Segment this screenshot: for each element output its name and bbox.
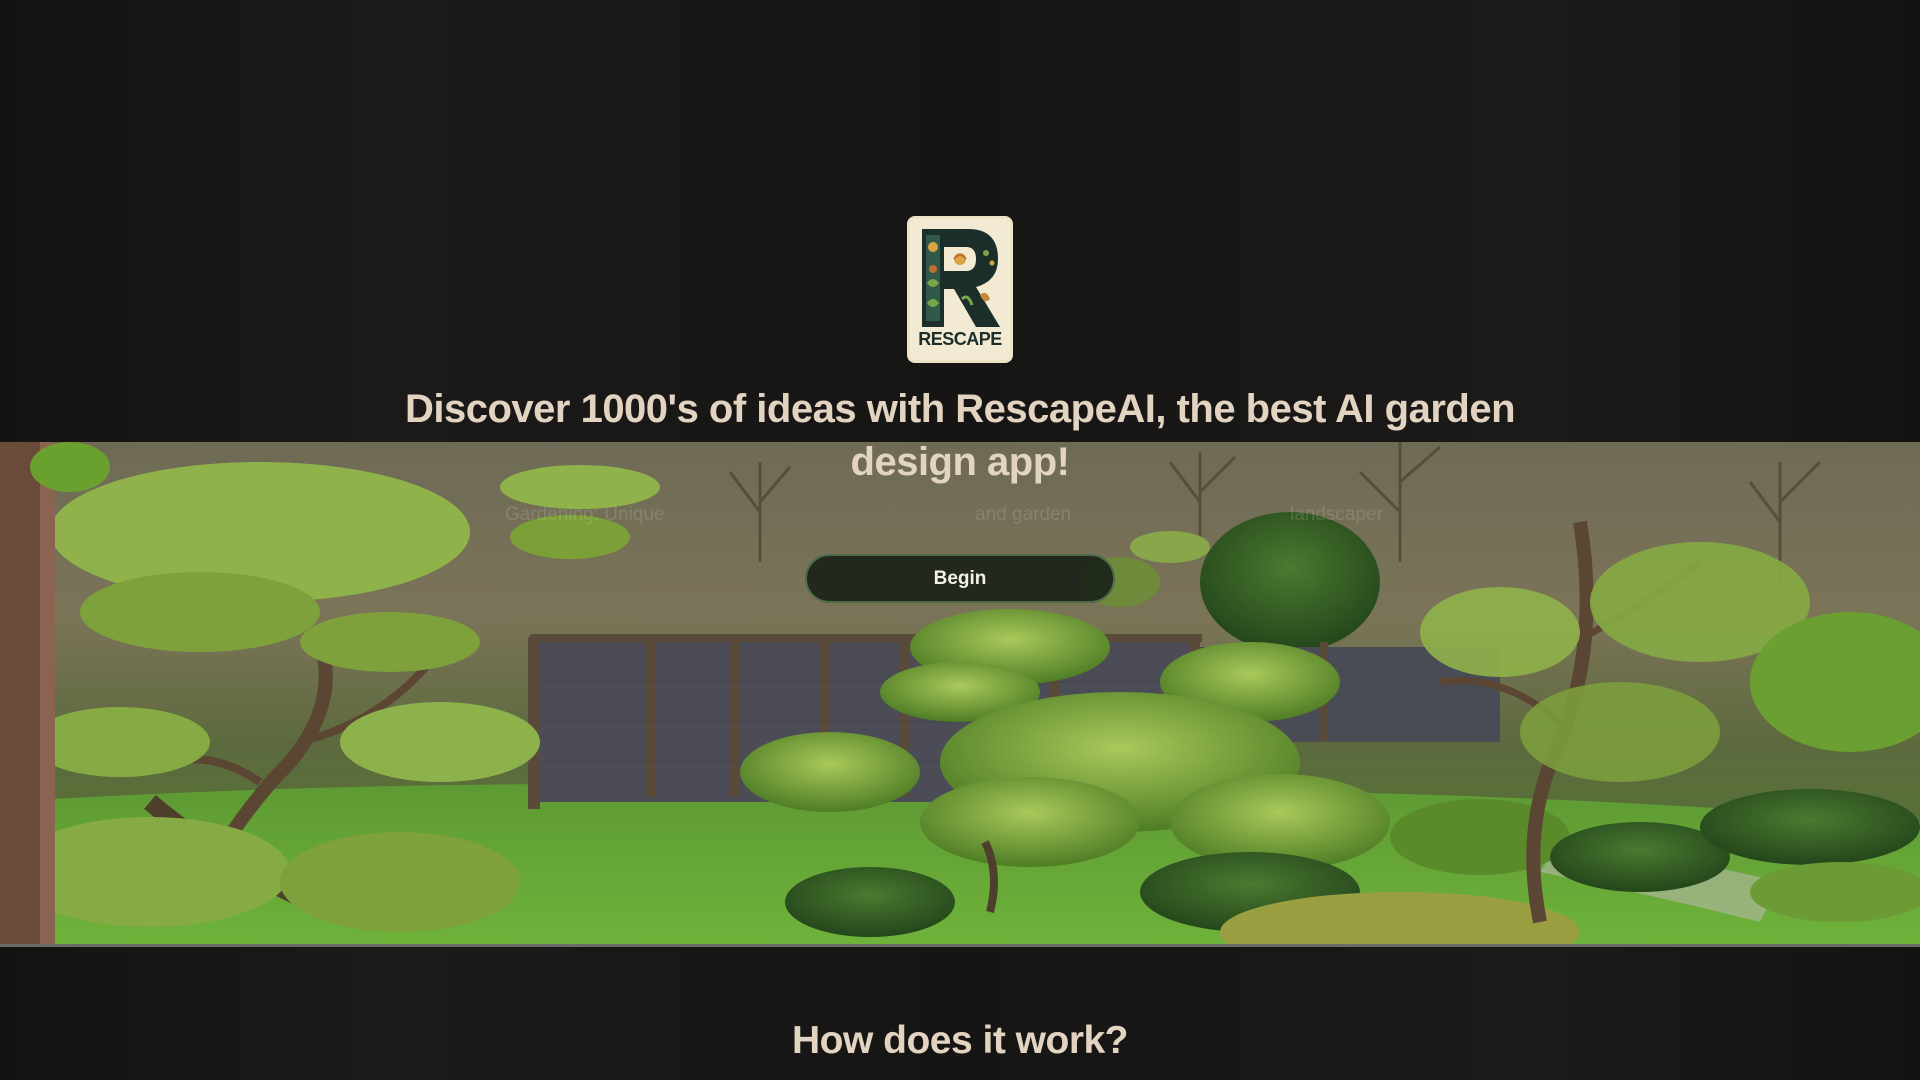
hero-headline: Discover 1000's of ideas with RescapeAI,…	[404, 387, 1516, 484]
faint-text-3: landscaper	[1290, 504, 1383, 525]
rescape-logo[interactable]: RESCAPE	[907, 216, 1013, 363]
hero-faint-text: Gardening: Unique and garden landscaper	[0, 504, 1920, 528]
begin-button[interactable]: Begin	[805, 554, 1115, 603]
faint-text-2: and garden	[975, 504, 1072, 525]
logo-wordmark: RESCAPE	[918, 329, 1002, 349]
landing-page: RESCAPE Discover 1000's of ideas with Re…	[0, 0, 1920, 1080]
how-it-works-heading: How does it work?	[791, 1019, 1129, 1062]
faint-text-1: Gardening: Unique	[505, 504, 665, 525]
